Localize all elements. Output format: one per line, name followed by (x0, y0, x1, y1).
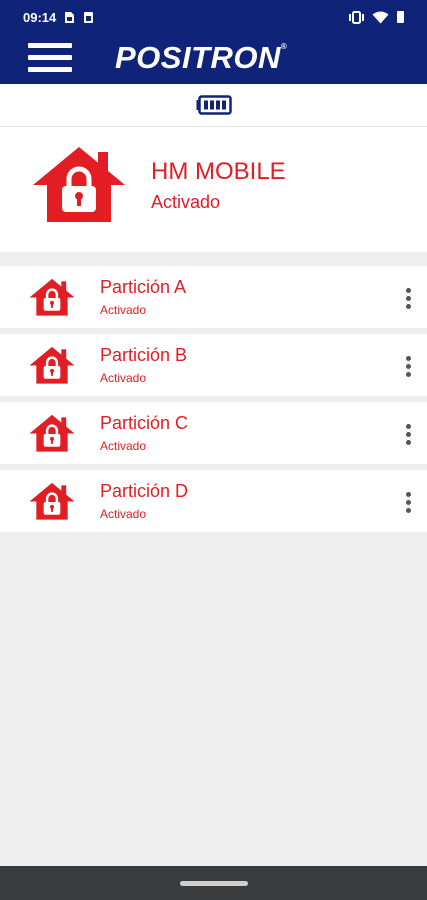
more-options-icon[interactable] (398, 351, 418, 381)
vibrate-icon (349, 10, 364, 24)
house-lock-icon (33, 147, 125, 222)
partition-list: Partición A Activado Partición B Activad… (0, 266, 427, 538)
sim-card-icon (65, 11, 75, 23)
battery-strip (0, 84, 427, 127)
partition-item-d[interactable]: Partición D Activado (0, 470, 427, 532)
wifi-icon (372, 11, 389, 23)
partition-name: Partición D (100, 481, 189, 501)
battery-icon (196, 95, 232, 115)
partition-status: Activado (100, 439, 147, 453)
status-left: 09:14 (23, 10, 94, 25)
cell-signal-icon (397, 11, 404, 23)
device-status: Activado (151, 192, 221, 212)
more-options-icon[interactable] (398, 283, 418, 313)
partition-item-a[interactable]: Partición A Activado (0, 266, 427, 328)
partition-name: Partición B (100, 345, 188, 365)
partition-status: Activado (100, 303, 147, 317)
hamburger-menu-icon[interactable] (28, 43, 72, 73)
more-options-icon[interactable] (398, 487, 418, 517)
brand-name: POSITRON (115, 40, 281, 75)
partition-status: Activado (100, 507, 147, 521)
status-time: 09:14 (23, 9, 57, 25)
sd-card-icon (84, 11, 94, 23)
status-right (348, 10, 405, 24)
brand-logo: POSITRON® (115, 40, 287, 76)
home-gesture-handle[interactable] (180, 881, 248, 886)
more-options-icon[interactable] (398, 419, 418, 449)
house-lock-icon (29, 414, 75, 452)
house-lock-icon (29, 278, 75, 316)
partition-name: Partición C (100, 413, 189, 433)
device-name: HM MOBILE (151, 158, 286, 185)
partition-item-b[interactable]: Partición B Activado (0, 334, 427, 396)
brand-mark: ® (280, 42, 288, 51)
house-lock-icon (29, 346, 75, 384)
house-lock-icon (29, 482, 75, 520)
system-nav-bar (0, 866, 427, 900)
partition-status: Activado (100, 371, 147, 385)
device-header: HM MOBILE Activado (0, 127, 427, 252)
partition-item-c[interactable]: Partición C Activado (0, 402, 427, 464)
app-bar: POSITRON® (0, 34, 427, 84)
status-bar: 09:14 (0, 0, 427, 34)
partition-name: Partición A (100, 277, 187, 297)
